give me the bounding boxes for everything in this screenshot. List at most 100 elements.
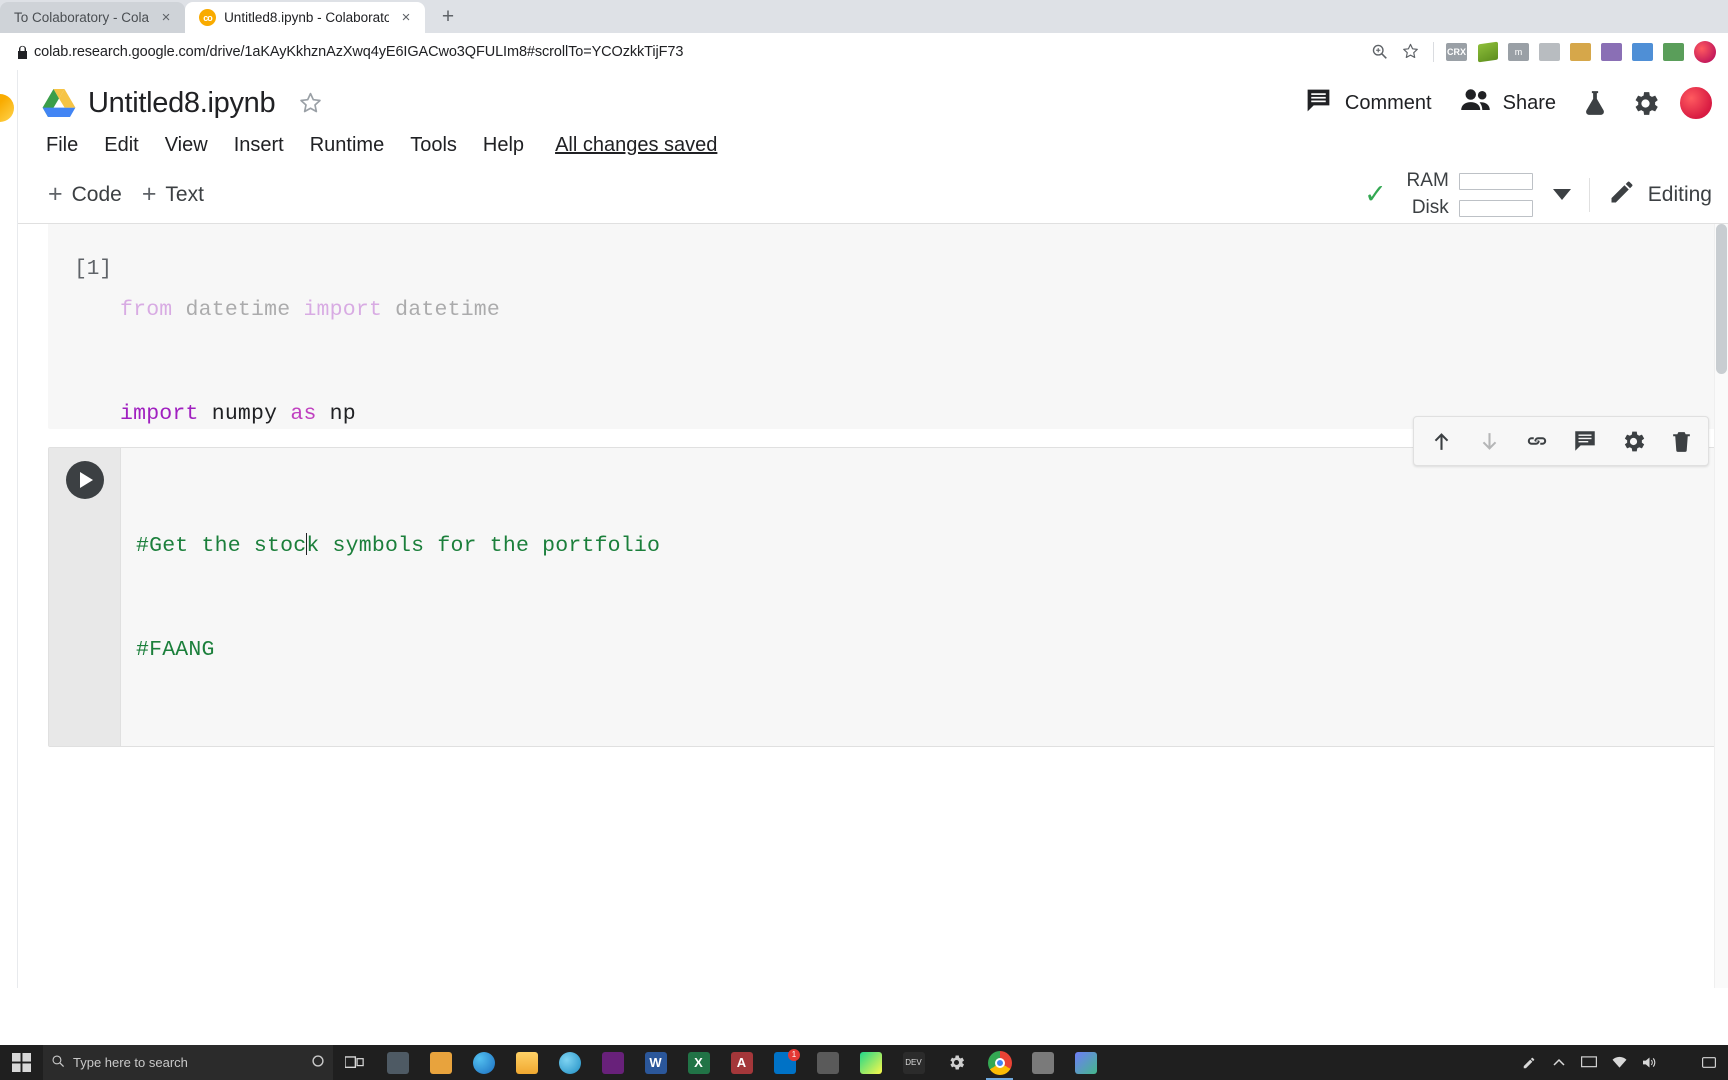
cell-settings-button[interactable] — [1610, 419, 1656, 463]
tab-title: Untitled8.ipynb - Colaboratory — [224, 10, 390, 25]
url-text: colab.research.google.com/drive/1aKAyKkh… — [34, 43, 684, 60]
colab-title-row: Untitled8.ipynb Comment Share — [42, 80, 1718, 126]
pen-icon[interactable] — [1516, 1045, 1542, 1080]
crx-extension-icon[interactable]: CRX — [1443, 38, 1470, 65]
edge-icon[interactable] — [462, 1045, 505, 1080]
browser-tab-1[interactable]: To Colaboratory - Cola × — [0, 2, 186, 33]
chrome-icon[interactable] — [978, 1045, 1021, 1080]
pycharm-icon[interactable] — [849, 1045, 892, 1080]
editing-mode-button[interactable]: Editing — [1608, 178, 1718, 212]
chevron-up-icon[interactable] — [1546, 1045, 1572, 1080]
word-icon[interactable]: W — [634, 1045, 677, 1080]
search-placeholder: Type here to search — [73, 1055, 188, 1070]
bookmark-star-icon[interactable] — [1397, 38, 1424, 65]
share-label: Share — [1502, 91, 1556, 114]
file-explorer-icon[interactable] — [505, 1045, 548, 1080]
code-cell-stock-symbols[interactable]: #Get the stock symbols for the portfolio… — [48, 416, 1728, 747]
cell-gutter: [1] — [48, 224, 120, 429]
microsoft-store-icon[interactable] — [419, 1045, 462, 1080]
outlook-icon[interactable]: 1 — [763, 1045, 806, 1080]
resource-usage-indicator[interactable]: RAM Disk — [1399, 170, 1533, 219]
add-comment-button[interactable] — [1562, 419, 1608, 463]
browser-profile-avatar[interactable] — [1691, 38, 1718, 65]
comment-icon — [1304, 86, 1333, 121]
notification-center-icon[interactable] — [1696, 1045, 1722, 1080]
vs-icon[interactable] — [591, 1045, 634, 1080]
taskbar-search-box[interactable]: Type here to search — [43, 1045, 333, 1080]
gray-extension-icon[interactable]: m — [1505, 38, 1532, 65]
menu-edit[interactable]: Edit — [91, 130, 151, 161]
comment-button[interactable]: Comment — [1292, 79, 1444, 128]
browser-omnibox[interactable]: colab.research.google.com/drive/1aKAyKkh… — [0, 33, 1728, 70]
code-editor[interactable]: from datetime import datetime import num… — [120, 224, 1728, 429]
volume-icon[interactable] — [1636, 1045, 1662, 1080]
extension-6-icon[interactable] — [1598, 38, 1625, 65]
save-status-text[interactable]: All changes saved — [555, 134, 717, 157]
code-editor[interactable]: #Get the stock symbols for the portfolio… — [121, 448, 1727, 746]
code-cell-imports[interactable]: [1] from datetime import datetime import… — [48, 224, 1728, 429]
chevron-down-icon[interactable] — [1552, 189, 1571, 200]
notebook-title[interactable]: Untitled8.ipynb — [88, 87, 276, 120]
people-icon — [1460, 86, 1491, 121]
notification-badge: 1 — [788, 1049, 800, 1061]
extension-5-icon[interactable] — [1567, 38, 1594, 65]
move-cell-down-button[interactable] — [1466, 419, 1512, 463]
disk-progress-bar — [1458, 199, 1533, 217]
new-tab-button[interactable]: + — [433, 2, 463, 32]
scrollbar-thumb[interactable] — [1716, 224, 1727, 374]
file-explorer-dark-icon[interactable] — [376, 1045, 419, 1080]
flask-icon[interactable] — [1572, 80, 1618, 126]
calculator-icon[interactable] — [806, 1045, 849, 1080]
user-avatar[interactable] — [1678, 85, 1714, 121]
colab-icon: co — [199, 9, 217, 26]
toolbar-divider — [1588, 177, 1590, 212]
network-icon[interactable] — [1606, 1045, 1632, 1080]
ie-icon[interactable] — [548, 1045, 591, 1080]
close-icon[interactable]: × — [157, 9, 175, 27]
vertical-scrollbar[interactable] — [1714, 224, 1728, 988]
menu-file[interactable]: File — [42, 130, 91, 161]
browser-tab-2[interactable]: co Untitled8.ipynb - Colaboratory × — [185, 2, 426, 33]
close-icon[interactable]: × — [397, 9, 415, 27]
add-text-cell-button[interactable]: + Text — [136, 176, 218, 213]
cortana-icon[interactable] — [311, 1054, 325, 1071]
excel-icon[interactable]: X — [677, 1045, 720, 1080]
start-button[interactable] — [0, 1045, 43, 1080]
menu-tools[interactable]: Tools — [397, 130, 470, 161]
gear-icon[interactable] — [1622, 80, 1668, 126]
move-cell-up-button[interactable] — [1418, 419, 1464, 463]
access-icon[interactable]: A — [720, 1045, 763, 1080]
comment-label: Comment — [1344, 91, 1432, 114]
task-view-button[interactable] — [333, 1045, 376, 1080]
code-line: #Get the stock symbols for the portfolio — [136, 529, 1727, 564]
link-to-cell-button[interactable] — [1514, 419, 1560, 463]
menu-runtime[interactable]: Runtime — [297, 130, 397, 161]
notebook-body: [1] from datetime import datetime import… — [0, 224, 1728, 988]
menu-view[interactable]: View — [152, 130, 221, 161]
extension-8-icon[interactable] — [1660, 38, 1687, 65]
tab-title: To Colaboratory - Cola — [14, 10, 150, 25]
settings-icon[interactable] — [935, 1045, 978, 1080]
colab-left-drawer-rail[interactable] — [0, 70, 18, 988]
browser-tabstrip: To Colaboratory - Cola × co Untitled8.ip… — [0, 0, 1728, 33]
menu-help[interactable]: Help — [470, 130, 537, 161]
zoom-icon[interactable] — [1366, 38, 1393, 65]
ram-label: RAM — [1406, 170, 1449, 191]
monitor-icon[interactable] — [1576, 1045, 1602, 1080]
connected-check-icon: ✓ — [1364, 179, 1387, 209]
anaconda-icon[interactable] — [1064, 1045, 1107, 1080]
comment-text-after-caret: k symbols for the portfolio — [306, 534, 661, 558]
extension-4-icon[interactable] — [1536, 38, 1563, 65]
delete-cell-button[interactable] — [1658, 419, 1704, 463]
dev-icon[interactable]: DEV — [892, 1045, 935, 1080]
star-outline-icon[interactable] — [293, 86, 327, 120]
terminal-icon[interactable] — [1021, 1045, 1064, 1080]
share-button[interactable]: Share — [1448, 79, 1568, 128]
add-code-cell-button[interactable]: + Code — [42, 176, 136, 213]
menu-insert[interactable]: Insert — [221, 130, 297, 161]
plus-icon: + — [48, 180, 63, 208]
green-extension-icon[interactable] — [1474, 38, 1501, 65]
clock-text[interactable] — [1666, 1045, 1692, 1080]
extension-7-icon[interactable] — [1629, 38, 1656, 65]
run-cell-button[interactable] — [65, 461, 104, 499]
